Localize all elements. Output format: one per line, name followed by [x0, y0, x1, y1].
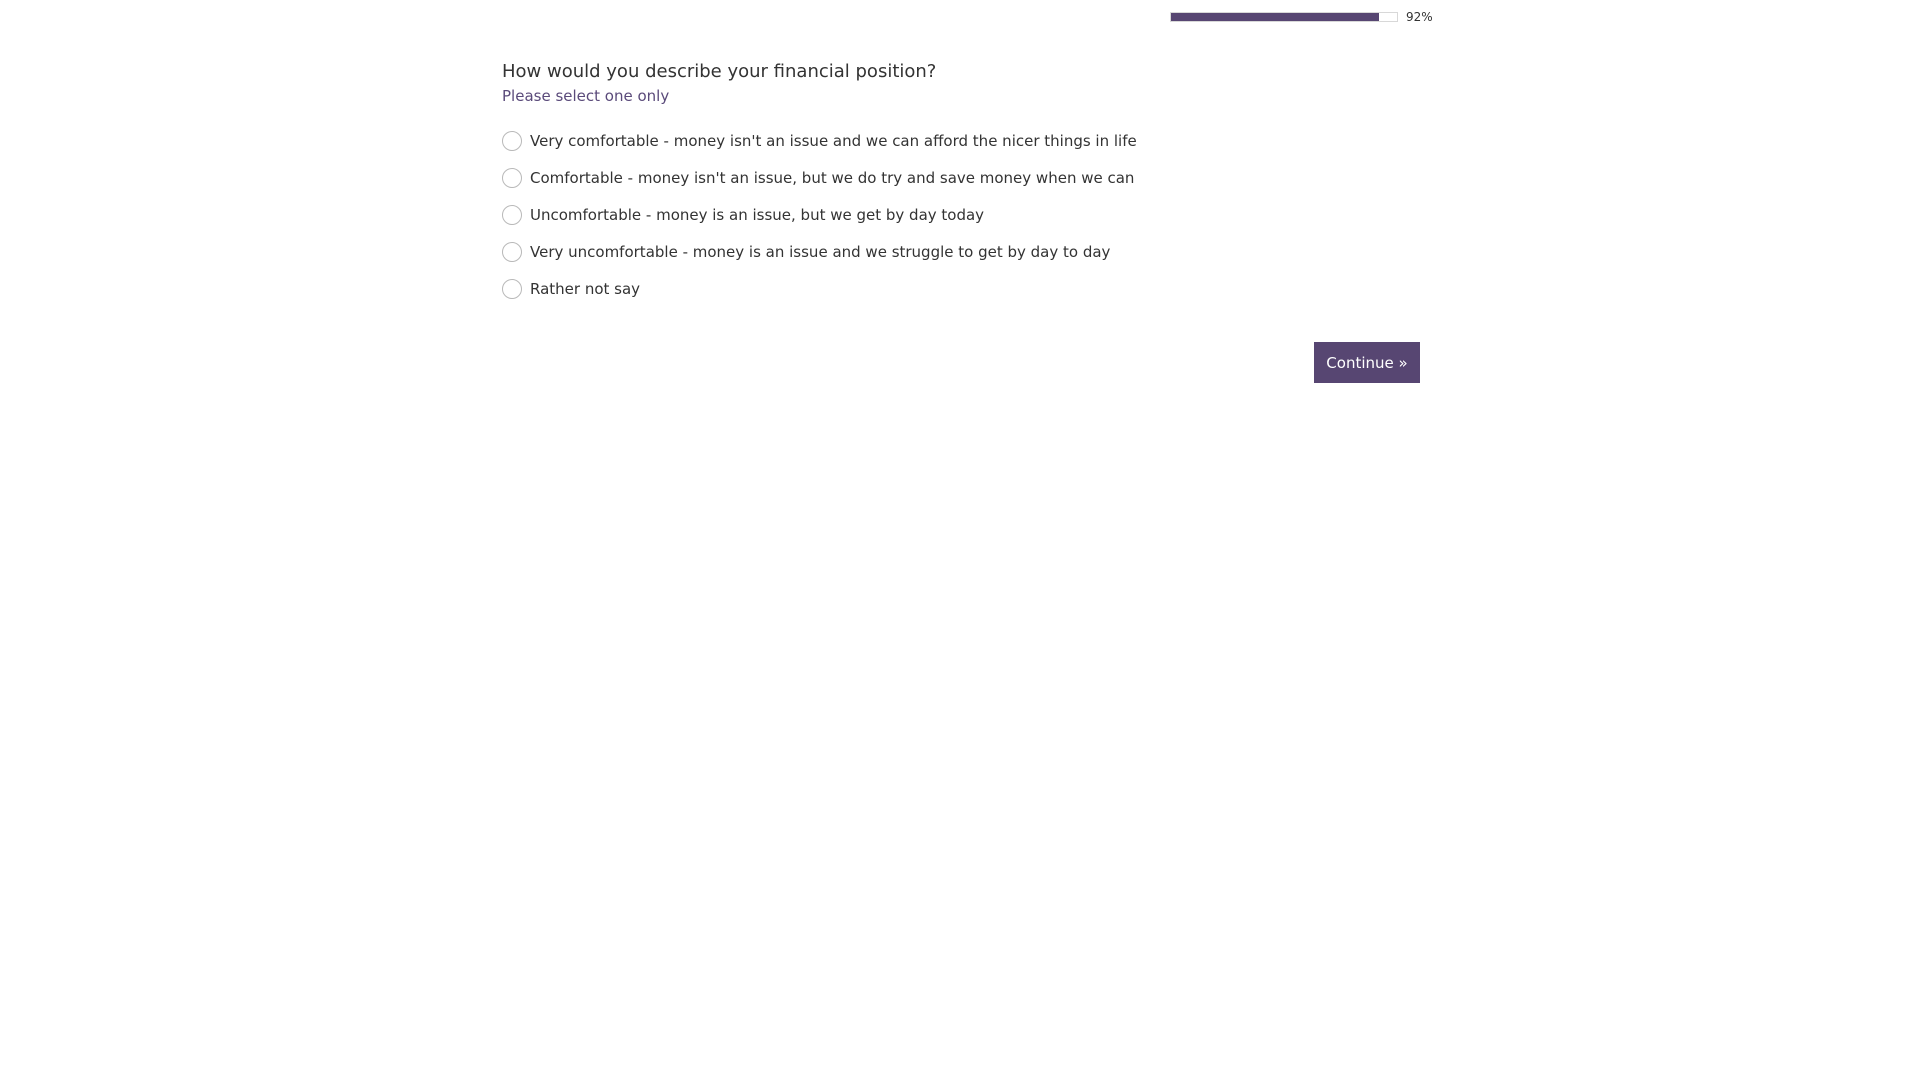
option-very-comfortable[interactable]: Very comfortable - money isn't an issue …: [502, 122, 1422, 159]
option-label[interactable]: Comfortable - money isn't an issue, but …: [530, 168, 1134, 188]
option-very-uncomfortable[interactable]: Very uncomfortable - money is an issue a…: [502, 233, 1422, 270]
option-label[interactable]: Very uncomfortable - money is an issue a…: [530, 242, 1110, 262]
radio-button[interactable]: [502, 241, 522, 262]
option-uncomfortable[interactable]: Uncomfortable - money is an issue, but w…: [502, 196, 1422, 233]
progress-indicator: 92%: [1170, 11, 1433, 23]
answer-options: Very comfortable - money isn't an issue …: [502, 122, 1422, 307]
survey-page: 92% How would you describe your financia…: [0, 0, 1920, 1080]
option-label[interactable]: Very comfortable - money isn't an issue …: [530, 131, 1137, 151]
option-comfortable[interactable]: Comfortable - money isn't an issue, but …: [502, 159, 1422, 196]
option-rather-not-say[interactable]: Rather not say: [502, 270, 1422, 307]
option-label[interactable]: Rather not say: [530, 279, 640, 299]
question-instruction: Please select one only: [502, 87, 670, 105]
question-block: How would you describe your financial po…: [502, 60, 1422, 307]
question-title: How would you describe your financial po…: [502, 61, 937, 82]
radio-button[interactable]: [502, 204, 522, 225]
radio-button[interactable]: [502, 167, 522, 188]
continue-button[interactable]: Continue »: [1314, 342, 1420, 383]
radio-button[interactable]: [502, 278, 522, 299]
radio-button[interactable]: [502, 130, 522, 151]
progress-bar: [1170, 12, 1398, 22]
option-label[interactable]: Uncomfortable - money is an issue, but w…: [530, 205, 984, 225]
progress-bar-fill: [1171, 13, 1379, 21]
progress-percent: 92%: [1406, 10, 1433, 24]
